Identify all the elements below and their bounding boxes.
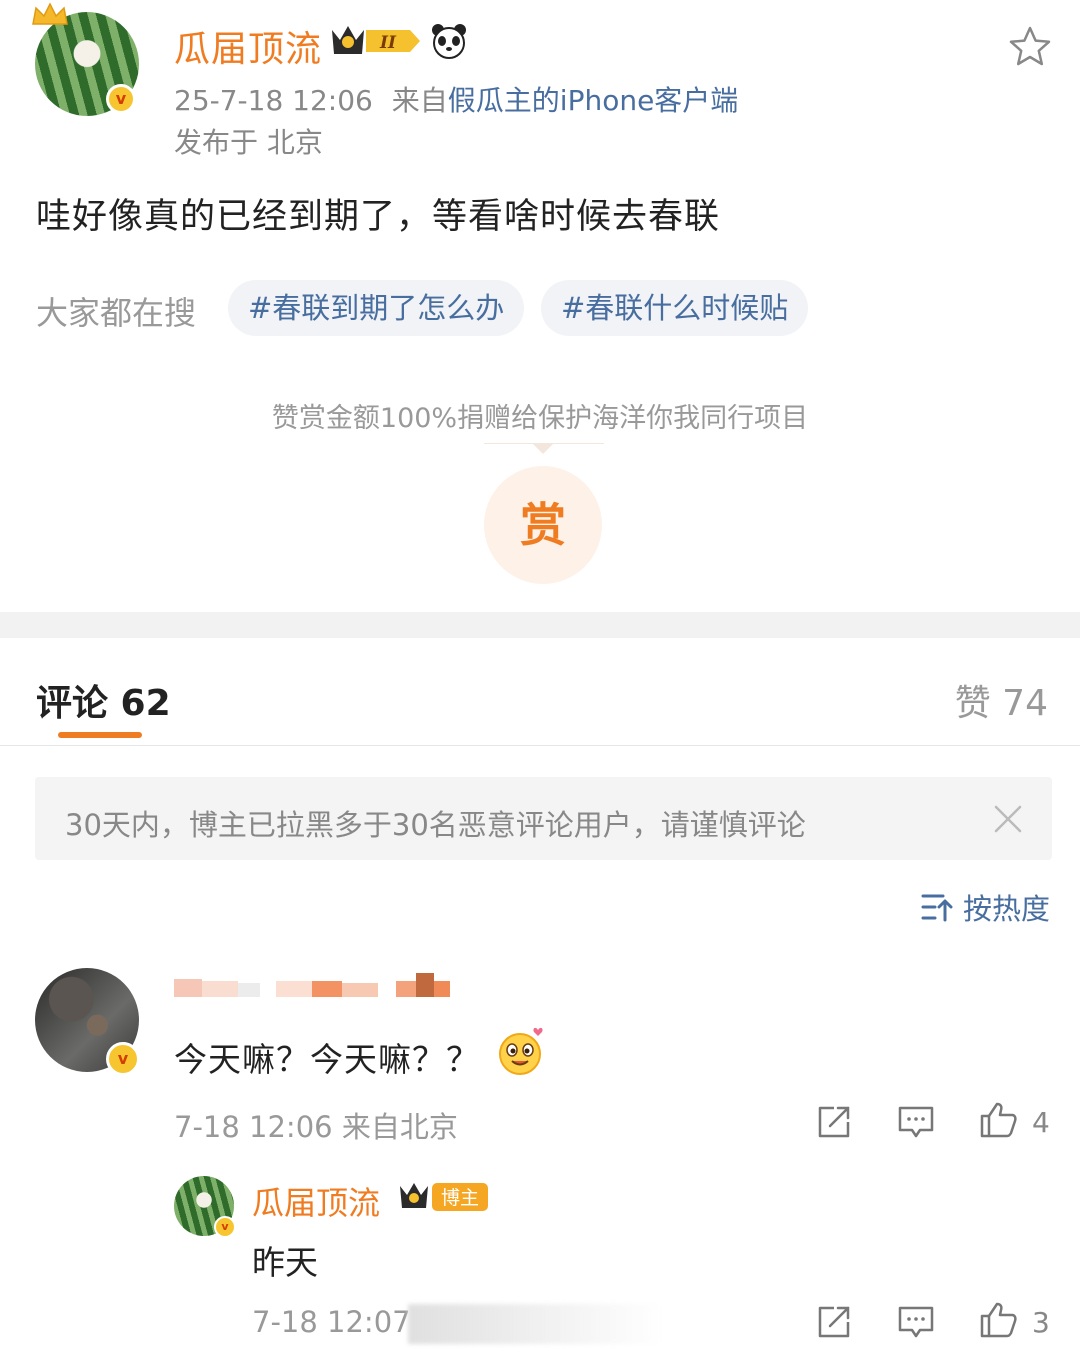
- sort-button[interactable]: 按热度: [921, 886, 1050, 928]
- close-icon[interactable]: [994, 805, 1022, 833]
- post-location: 发布于 北京: [174, 126, 323, 159]
- verified-badge-icon: v: [106, 1042, 140, 1076]
- post-text: 哇好像真的已经到期了，等看啥时候去春联: [36, 197, 721, 237]
- search-label: 大家都在搜: [36, 294, 197, 332]
- like-count: 3: [1032, 1306, 1050, 1339]
- tab-comments[interactable]: 评论 62: [36, 674, 171, 726]
- reward-description: 赞赏金额100%捐赠给保护海洋你我同行项目: [271, 403, 809, 434]
- reward-button[interactable]: 赏: [484, 466, 602, 584]
- level-text: II: [379, 33, 397, 53]
- active-tab-indicator: [58, 732, 142, 738]
- reply-time: 7-18 12:07: [252, 1305, 411, 1339]
- reward-pointer: [532, 443, 554, 454]
- post-source-link[interactable]: 假瓜主的iPhone客户端: [448, 84, 739, 117]
- member-level-badge-icon[interactable]: II: [330, 22, 422, 60]
- sort-label: 按热度: [962, 892, 1050, 926]
- verified-badge-icon: v: [214, 1216, 236, 1238]
- repost-icon[interactable]: [814, 1102, 854, 1142]
- sort-icon: [921, 894, 953, 922]
- verified-badge-icon: v: [106, 84, 136, 114]
- reply-text: 昨天: [252, 1243, 318, 1282]
- favorite-star-icon[interactable]: [1008, 25, 1052, 69]
- reply-location-redacted: [408, 1304, 664, 1344]
- author-badge-icon: 博主: [400, 1183, 488, 1211]
- tab-likes[interactable]: 赞 74: [955, 674, 1048, 726]
- reply-author-name[interactable]: 瓜届顶流: [252, 1178, 380, 1224]
- comment-text: 今天嘛？今天嘛？？: [174, 1040, 480, 1079]
- like-count: 4: [1032, 1106, 1050, 1139]
- commenter-name-redacted[interactable]: [174, 967, 454, 1003]
- panda-icon: [432, 24, 466, 59]
- post-timestamp: 25-7-18 12:06: [174, 84, 373, 117]
- crown-icon: [32, 2, 68, 25]
- like-icon[interactable]: [978, 1100, 1018, 1140]
- hot-search-tag[interactable]: #春联到期了怎么办: [228, 280, 525, 336]
- post-meta: 25-7-18 12:06 来自假瓜主的iPhone客户端: [174, 79, 738, 119]
- comment-icon[interactable]: [896, 1102, 936, 1142]
- post-card: v 瓜届顶流 II 25-7-18 12:06 来自假瓜主的iPhone客户端 …: [0, 0, 1080, 612]
- comment-notice: 30天内，博主已拉黑多于30名恶意评论用户，请谨慎评论: [35, 777, 1052, 860]
- author-name[interactable]: 瓜届顶流: [174, 20, 322, 72]
- author-badge-text: 博主: [441, 1187, 479, 1209]
- source-prefix: 来自: [391, 84, 448, 117]
- repost-icon[interactable]: [814, 1302, 854, 1342]
- comment-time: 7-18 12:06 来自北京: [174, 1110, 458, 1144]
- like-icon[interactable]: [978, 1300, 1018, 1340]
- comment-tabs: 评论 62 赞 74: [0, 638, 1080, 746]
- comment-icon[interactable]: [896, 1302, 936, 1342]
- section-divider: [0, 612, 1080, 638]
- excited-emoji-icon: [499, 1027, 543, 1075]
- notice-text: 30天内，博主已拉黑多于30名恶意评论用户，请谨慎评论: [65, 808, 806, 842]
- hot-search-tag[interactable]: #春联什么时候贴: [541, 280, 809, 336]
